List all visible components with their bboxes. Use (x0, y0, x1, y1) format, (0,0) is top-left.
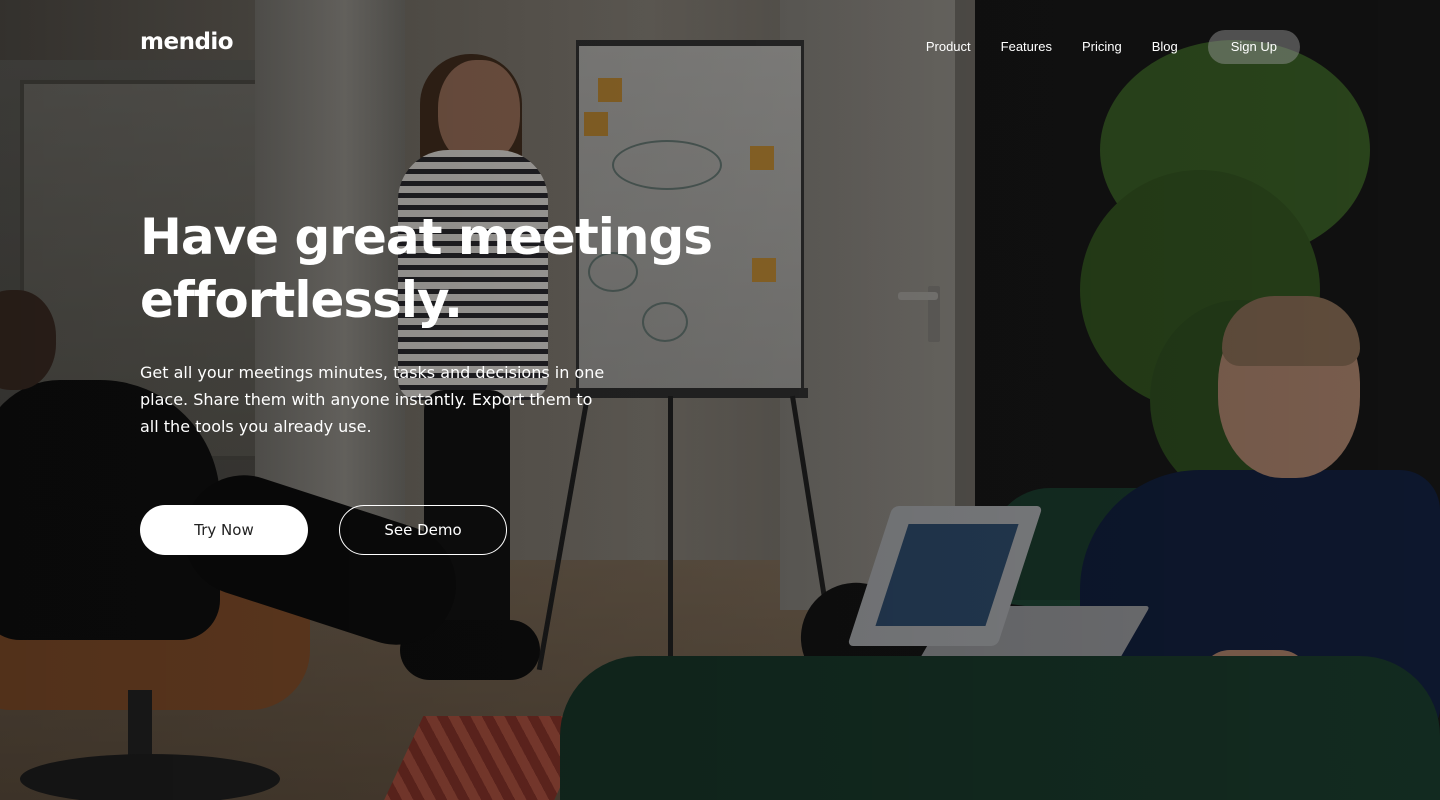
nav-link-blog[interactable]: Blog (1152, 30, 1178, 64)
hero-headline: Have great meetings effortlessly. (140, 206, 780, 332)
see-demo-button[interactable]: See Demo (339, 505, 507, 555)
hero-headline-line2: effortlessly. (140, 271, 463, 329)
nav-link-features[interactable]: Features (1001, 30, 1052, 64)
hero-headline-line1: Have great meetings (140, 208, 713, 266)
hero-subtext: Get all your meetings minutes, tasks and… (140, 363, 605, 436)
signup-button[interactable]: Sign Up (1207, 30, 1300, 64)
hero-section: mendio Product Features Pricing Blog Sig… (0, 0, 1440, 800)
brand-logo[interactable]: mendio (140, 31, 234, 54)
nav-link-product[interactable]: Product (926, 30, 971, 64)
nav-links: Product Features Pricing Blog Sign Up (926, 30, 1300, 64)
nav-link-pricing[interactable]: Pricing (1082, 30, 1122, 64)
try-now-button[interactable]: Try Now (140, 505, 308, 555)
top-navbar: mendio Product Features Pricing Blog Sig… (0, 0, 1440, 94)
